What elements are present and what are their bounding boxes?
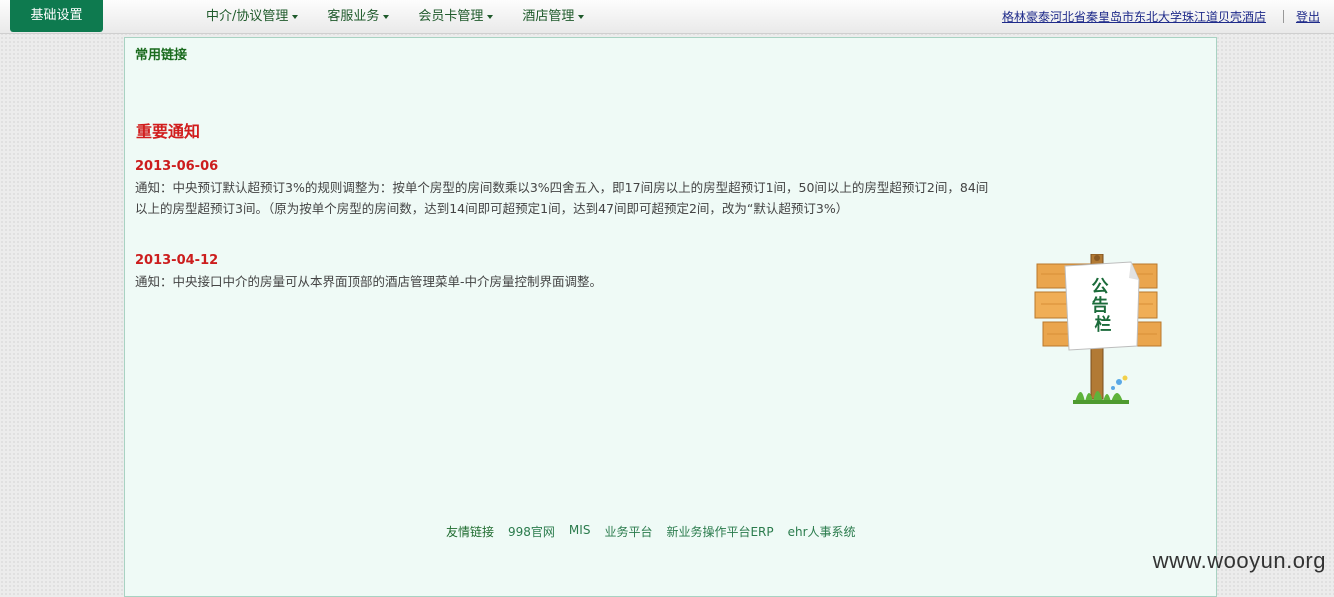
main-menu: 中介/协议管理 客服业务 会员卡管理 酒店管理 bbox=[206, 0, 613, 33]
top-nav-bar: 基础设置 中介/协议管理 客服业务 会员卡管理 酒店管理 格林豪泰河北省秦皇岛市… bbox=[0, 0, 1334, 34]
footer-link-business-platform[interactable]: 业务平台 bbox=[604, 523, 652, 540]
svg-text:公 告 栏: 公 告 栏 bbox=[1092, 277, 1115, 335]
menu-label: 客服业务 bbox=[327, 9, 380, 24]
caret-down-icon bbox=[383, 14, 390, 19]
menu-label: 会员卡管理 bbox=[418, 9, 484, 24]
notice-item: 2013-06-06 通知：中央预订默认超预订3%的规则调整为：按单个房型的房间… bbox=[135, 159, 995, 219]
footer-link-mis[interactable]: MIS bbox=[569, 523, 591, 540]
hotel-name-link[interactable]: 格林豪泰河北省秦皇岛市东北大学珠江道贝壳酒店 bbox=[1002, 8, 1266, 25]
important-notice-title: 重要通知 bbox=[136, 122, 201, 141]
divider bbox=[1282, 10, 1284, 23]
logout-link[interactable]: 登出 bbox=[1296, 8, 1320, 25]
caret-down-icon bbox=[487, 14, 494, 19]
menu-agent-protocol[interactable]: 中介/协议管理 bbox=[206, 0, 299, 33]
board-char-3: 栏 bbox=[1095, 314, 1112, 335]
user-nav: 格林豪泰河北省秦皇岛市东北大学珠江道贝壳酒店 登出 bbox=[1002, 0, 1320, 33]
basic-settings-button[interactable]: 基础设置 bbox=[10, 0, 103, 32]
notice-text: 通知：中央预订默认超预订3%的规则调整为：按单个房型的房间数乘以3%四舍五入，即… bbox=[135, 180, 989, 216]
notice-date: 2013-06-06 bbox=[135, 159, 219, 174]
footer-link-erp[interactable]: 新业务操作平台ERP bbox=[666, 523, 773, 540]
main-content-panel: 常用链接 重要通知 2013-06-06 通知：中央预订默认超预订3%的规则调整… bbox=[124, 37, 1217, 597]
footer-links: 友情链接 998官网 MIS 业务平台 新业务操作平台ERP ehr人事系统 bbox=[446, 523, 870, 540]
notice-date: 2013-04-12 bbox=[135, 253, 219, 268]
notice-text: 通知：中央接口中介的房量可从本界面顶部的酒店管理菜单-中介房量控制界面调整。 bbox=[135, 274, 603, 289]
menu-label: 酒店管理 bbox=[522, 9, 575, 24]
menu-customer-service[interactable]: 客服业务 bbox=[327, 0, 390, 33]
board-char-1: 公 bbox=[1092, 277, 1109, 297]
footer-link-998[interactable]: 998官网 bbox=[508, 523, 555, 540]
menu-hotel-management[interactable]: 酒店管理 bbox=[522, 0, 585, 33]
common-links-title: 常用链接 bbox=[135, 48, 188, 63]
watermark-text: www.wooyun.org bbox=[1152, 548, 1326, 573]
menu-member-card[interactable]: 会员卡管理 bbox=[418, 0, 494, 33]
caret-down-icon bbox=[578, 14, 585, 19]
footer-link-ehr[interactable]: ehr人事系统 bbox=[788, 523, 856, 540]
friendly-links-label: 友情链接 bbox=[446, 525, 495, 539]
bulletin-board-icon: 公 告 栏 bbox=[1034, 254, 1162, 404]
menu-label: 中介/协议管理 bbox=[206, 9, 289, 24]
notice-item: 2013-04-12 通知：中央接口中介的房量可从本界面顶部的酒店管理菜单-中介… bbox=[135, 253, 995, 292]
board-char-2: 告 bbox=[1092, 295, 1109, 316]
caret-down-icon bbox=[292, 14, 299, 19]
